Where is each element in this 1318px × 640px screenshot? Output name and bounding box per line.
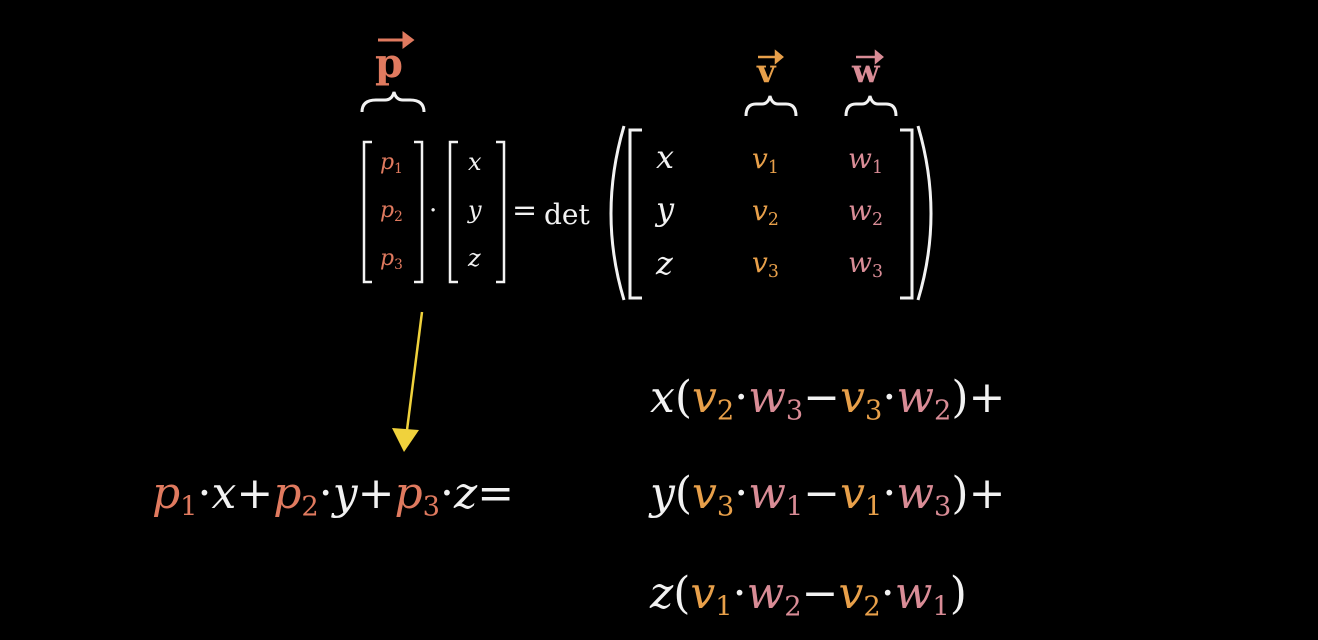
dot-operator: · bbox=[429, 196, 438, 226]
equals-sign-top: = bbox=[512, 193, 538, 228]
rhs-row-1: x(v2·w3−v3·w2)+ bbox=[650, 372, 1006, 427]
vec-xyz-entry-2: y bbox=[468, 196, 482, 224]
matrix-cell-v2: v2 bbox=[752, 194, 779, 230]
matrix-cell-x: x bbox=[656, 138, 675, 176]
matrix-cell-w3: w3 bbox=[848, 246, 884, 282]
det-operator: det bbox=[544, 198, 590, 231]
brace-w-icon bbox=[844, 95, 898, 117]
arrow-over-v-icon bbox=[758, 49, 784, 65]
vec-xyz-entry-3: z bbox=[468, 244, 481, 272]
brace-p-icon bbox=[360, 91, 426, 113]
lhs-expression: p1·x+p2·y+p3·z= bbox=[152, 468, 515, 523]
vec-p-entry-2: p2 bbox=[380, 198, 403, 225]
yellow-arrow-icon bbox=[392, 311, 424, 452]
matrix-cell-y: y bbox=[656, 190, 675, 228]
matrix-cell-w1: w1 bbox=[848, 142, 884, 178]
matrix-cell-z: z bbox=[656, 244, 673, 282]
vec-p-entry-1: p1 bbox=[380, 150, 403, 177]
arrow-over-w-icon bbox=[856, 49, 884, 65]
arrow-over-p-icon bbox=[378, 31, 415, 49]
brace-v-icon bbox=[744, 95, 798, 117]
matrix-cell-v3: v3 bbox=[752, 246, 779, 282]
matrix-cell-v1: v1 bbox=[752, 142, 779, 178]
top-equation-graphics bbox=[360, 31, 933, 452]
rhs-row-2: y(v3·w1−v1·w3)+ bbox=[650, 468, 1006, 523]
matrix-cell-w2: w2 bbox=[848, 194, 884, 230]
rhs-row-3: z(v1·w2−v2·w1) bbox=[650, 568, 967, 623]
vec-xyz-entry-1: x bbox=[468, 148, 482, 176]
vec-p-entry-3: p3 bbox=[380, 246, 403, 273]
